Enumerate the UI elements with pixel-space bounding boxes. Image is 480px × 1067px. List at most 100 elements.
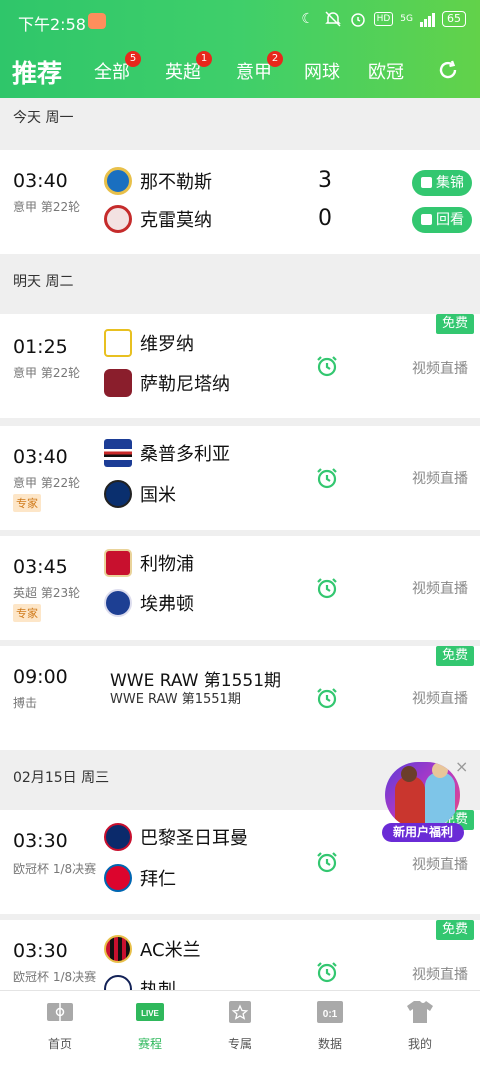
replay-icon — [421, 214, 432, 225]
nav-profile[interactable]: 我的 — [390, 999, 450, 1052]
team-name: AC米兰 — [140, 940, 201, 961]
alarm-clock-icon[interactable] — [315, 686, 339, 710]
team-name: 那不勒斯 — [140, 172, 212, 193]
alarm-status-icon — [349, 10, 367, 28]
home-team: AC米兰 — [104, 934, 201, 964]
tab-all[interactable]: 全部 5 — [94, 51, 141, 84]
video-live-link[interactable]: 视频直播 — [412, 358, 468, 378]
video-live-link[interactable]: 视频直播 — [412, 688, 468, 708]
refresh-icon[interactable] — [436, 58, 460, 82]
team-name: 巴黎圣日耳曼 — [140, 828, 248, 849]
jersey-icon — [407, 1001, 433, 1023]
event-subtitle: WWE RAW 第1551期 — [110, 692, 241, 707]
away-team: 埃弗顿 — [104, 588, 194, 618]
match-time: 09:00 — [13, 666, 68, 688]
match-card[interactable]: 免费 03:30 欧冠杯 1/8决赛 AC米兰 热刺 视频直播 — [0, 920, 480, 1003]
nav-label: 首页 — [47, 1037, 72, 1051]
team-name: 拜仁 — [140, 869, 176, 890]
team-name: 利物浦 — [140, 554, 194, 575]
promo-players-image — [385, 762, 460, 828]
match-league: 英超 第23轮 — [13, 586, 81, 600]
status-time: 下午2:58 — [18, 15, 86, 34]
match-card[interactable]: 03:40 意甲 第22轮 专家 桑普多利亚 国米 视频直播 — [0, 426, 480, 530]
alarm-clock-icon[interactable] — [315, 576, 339, 600]
match-card[interactable]: 免费 01:25 意甲 第22轮 维罗纳 萨勒尼塔纳 视频直播 — [0, 314, 480, 418]
away-team: 萨勒尼塔纳 — [104, 368, 230, 398]
home-team: 利物浦 — [104, 548, 194, 578]
live-icon-text: LIVE — [141, 1009, 159, 1018]
tab-label: 欧冠 — [368, 62, 404, 83]
match-card[interactable]: 03:40 意甲 第22轮 那不勒斯 克雷莫纳 3 0 集锦 回看 — [0, 150, 480, 254]
nav-home[interactable]: 首页 — [30, 999, 90, 1052]
team-name: 萨勒尼塔纳 — [140, 374, 230, 395]
nav-label: 专属 — [227, 1037, 252, 1051]
replay-label: 回看 — [436, 212, 464, 228]
video-live-link[interactable]: 视频直播 — [412, 468, 468, 488]
salernitana-logo-icon — [104, 369, 132, 397]
expert-badge: 专家 — [13, 494, 41, 512]
video-live-link[interactable]: 视频直播 — [412, 964, 468, 984]
moon-icon: ☾ — [301, 11, 314, 27]
app-header: 下午2:58 ☾ HD 5G 65 推荐 全部 5 英超 1 意甲 2 网球 欧… — [0, 0, 480, 98]
highlights-icon — [421, 177, 432, 188]
expert-badge: 专家 — [13, 604, 41, 622]
match-time: 03:40 — [13, 170, 68, 192]
sampdoria-logo-icon — [104, 439, 132, 467]
tab-serie-a[interactable]: 意甲 2 — [236, 51, 283, 84]
close-icon[interactable]: × — [455, 757, 468, 776]
battery-icon: 65 — [442, 11, 466, 27]
home-team: 巴黎圣日耳曼 — [104, 822, 248, 852]
team-name: 桑普多利亚 — [140, 444, 230, 465]
highlights-label: 集锦 — [436, 175, 464, 191]
home-team: 维罗纳 — [104, 328, 194, 358]
free-badge: 免费 — [435, 920, 474, 940]
match-league: 意甲 第22轮 — [13, 200, 81, 214]
video-live-link[interactable]: 视频直播 — [412, 578, 468, 598]
tab-label: 意甲 — [236, 62, 272, 83]
tab-label: 英超 — [165, 62, 201, 83]
tab-premier-league[interactable]: 英超 1 — [165, 51, 212, 84]
tab-badge: 2 — [267, 51, 283, 67]
scoreboard-icon: 0:1 — [317, 1001, 343, 1023]
highlights-button[interactable]: 集锦 — [412, 170, 472, 196]
hd-icon: HD — [373, 12, 394, 26]
liverpool-logo-icon — [104, 549, 132, 577]
alarm-clock-icon[interactable] — [315, 850, 339, 874]
tab-label: 全部 — [94, 62, 130, 83]
new-user-promo[interactable]: 新用户福利 — [382, 760, 464, 842]
tab-tennis[interactable]: 网球 — [304, 58, 340, 84]
match-league: 搏击 — [13, 696, 38, 710]
tab-champions-league[interactable]: 欧冠 — [368, 58, 404, 84]
replay-button[interactable]: 回看 — [412, 207, 472, 233]
date-header: 明天 周二 — [13, 274, 74, 290]
away-team: 拜仁 — [104, 863, 176, 893]
alarm-clock-icon[interactable] — [315, 466, 339, 490]
mute-icon — [324, 10, 342, 28]
ac-milan-logo-icon — [104, 935, 132, 963]
nav-label: 赛程 — [137, 1037, 162, 1051]
nav-data[interactable]: 0:1 数据 — [300, 999, 360, 1052]
match-league: 欧冠杯 1/8决赛 — [13, 862, 97, 876]
match-league: 欧冠杯 1/8决赛 — [13, 970, 97, 984]
tab-badge: 5 — [125, 51, 141, 67]
match-card[interactable]: 免费 09:00 搏击 WWE RAW 第1551期 WWE RAW 第1551… — [0, 646, 480, 750]
match-card[interactable]: 03:45 英超 第23轮 专家 利物浦 埃弗顿 视频直播 — [0, 536, 480, 640]
nav-label: 数据 — [317, 1037, 342, 1051]
home-team: 那不勒斯 — [104, 166, 212, 196]
tab-badge: 1 — [196, 51, 212, 67]
video-live-link[interactable]: 视频直播 — [412, 854, 468, 874]
nav-schedule[interactable]: LIVE 赛程 — [120, 999, 180, 1052]
team-name: 维罗纳 — [140, 334, 194, 355]
away-team: 国米 — [104, 479, 176, 509]
away-score: 0 — [318, 206, 332, 231]
alarm-clock-icon[interactable] — [315, 960, 339, 984]
star-icon — [229, 1001, 251, 1023]
match-league: 意甲 第22轮 — [13, 366, 81, 380]
promo-label: 新用户福利 — [382, 823, 464, 842]
alarm-clock-icon[interactable] — [315, 354, 339, 378]
team-name: 克雷莫纳 — [140, 210, 212, 231]
free-badge: 免费 — [435, 314, 474, 334]
live-icon: LIVE — [136, 1003, 164, 1021]
network-type: 5G — [400, 13, 413, 24]
nav-exclusive[interactable]: 专属 — [210, 999, 270, 1052]
